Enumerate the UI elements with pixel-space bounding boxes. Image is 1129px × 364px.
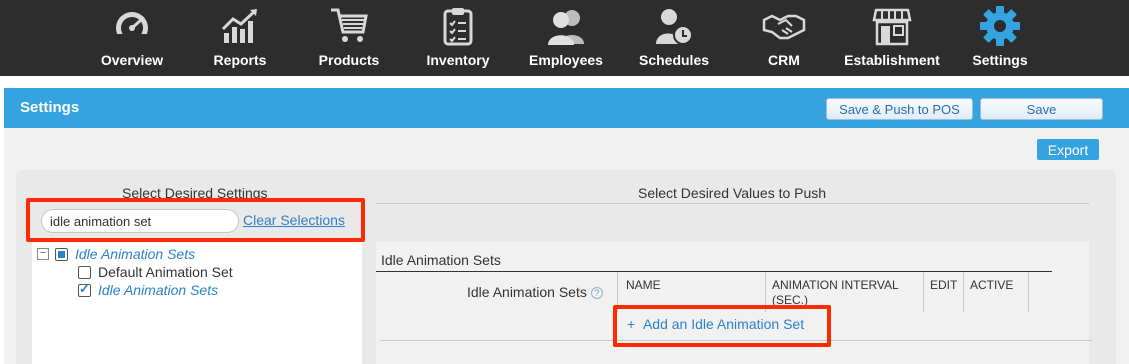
settings-header: Settings Save & Push to POS Save xyxy=(4,88,1129,128)
shopping-cart-icon xyxy=(327,4,371,48)
nav-inventory[interactable]: Inventory xyxy=(426,0,490,76)
save-button[interactable]: Save xyxy=(980,98,1103,120)
nav-label-employees: Employees xyxy=(529,52,603,68)
column-divider xyxy=(923,272,924,312)
tree-item-label: Default Animation Set xyxy=(98,264,233,280)
field-label: Idle Animation Sets? xyxy=(467,284,603,300)
bar-chart-icon xyxy=(218,4,262,48)
column-header-interval: ANIMATION INTERVAL (SEC.) xyxy=(772,278,899,307)
nav-reports[interactable]: Reports xyxy=(210,0,270,76)
section-title: Idle Animation Sets xyxy=(381,252,501,268)
tree-root-row[interactable]: − Idle Animation Sets xyxy=(37,246,195,262)
column-header-active: ACTIVE xyxy=(970,278,1014,292)
storefront-icon xyxy=(870,4,914,48)
highlight-box-add xyxy=(613,305,831,347)
nav-label-reports: Reports xyxy=(213,52,267,68)
user-clock-icon xyxy=(652,4,696,48)
export-button[interactable]: Export xyxy=(1037,139,1099,160)
column-divider xyxy=(1028,272,1029,312)
tree-item-default-animation-set[interactable]: Default Animation Set xyxy=(78,264,233,280)
tree-root-checkbox[interactable] xyxy=(55,247,68,261)
select-values-title: Select Desired Values to Push xyxy=(638,185,827,201)
column-header-edit: EDIT xyxy=(930,278,958,292)
nav-products[interactable]: Products xyxy=(316,0,382,76)
divider xyxy=(376,203,1089,204)
users-icon xyxy=(544,4,588,48)
nav-settings[interactable]: Settings xyxy=(971,0,1029,76)
nav-overview[interactable]: Overview xyxy=(99,0,165,76)
nav-crm[interactable]: CRM xyxy=(762,0,806,76)
highlight-box-search xyxy=(26,198,365,242)
nav-schedules[interactable]: Schedules xyxy=(639,0,709,76)
collapse-icon[interactable]: − xyxy=(37,248,49,260)
top-nav: Overview Reports Products Inventory Empl… xyxy=(0,0,1129,76)
nav-label-inventory: Inventory xyxy=(426,52,490,68)
tree-item-idle-animation-sets[interactable]: Idle Animation Sets xyxy=(78,281,218,298)
handshake-icon xyxy=(762,4,806,48)
nav-label-overview: Overview xyxy=(100,52,164,68)
nav-label-schedules: Schedules xyxy=(638,52,710,68)
nav-label-settings: Settings xyxy=(972,52,1028,68)
field-label-text: Idle Animation Sets xyxy=(467,284,587,300)
nav-label-products: Products xyxy=(318,52,380,68)
nav-employees[interactable]: Employees xyxy=(529,0,603,76)
tree-item-label[interactable]: Idle Animation Sets xyxy=(98,282,218,298)
idle-animation-sets-checkbox[interactable] xyxy=(78,281,91,297)
save-push-button[interactable]: Save & Push to POS xyxy=(826,98,973,120)
help-icon[interactable]: ? xyxy=(590,287,603,299)
speedometer-icon xyxy=(110,4,154,48)
gear-icon xyxy=(978,4,1022,48)
clipboard-icon xyxy=(436,4,480,48)
column-header-name: NAME xyxy=(626,278,661,292)
nav-label-establishment: Establishment xyxy=(844,52,940,68)
nav-label-crm: CRM xyxy=(768,52,800,68)
column-divider xyxy=(963,272,964,312)
page-title: Settings xyxy=(20,99,80,116)
nav-establishment[interactable]: Establishment xyxy=(844,0,940,76)
default-animation-set-checkbox[interactable] xyxy=(78,265,91,279)
tree-root-label[interactable]: Idle Animation Sets xyxy=(75,246,195,262)
